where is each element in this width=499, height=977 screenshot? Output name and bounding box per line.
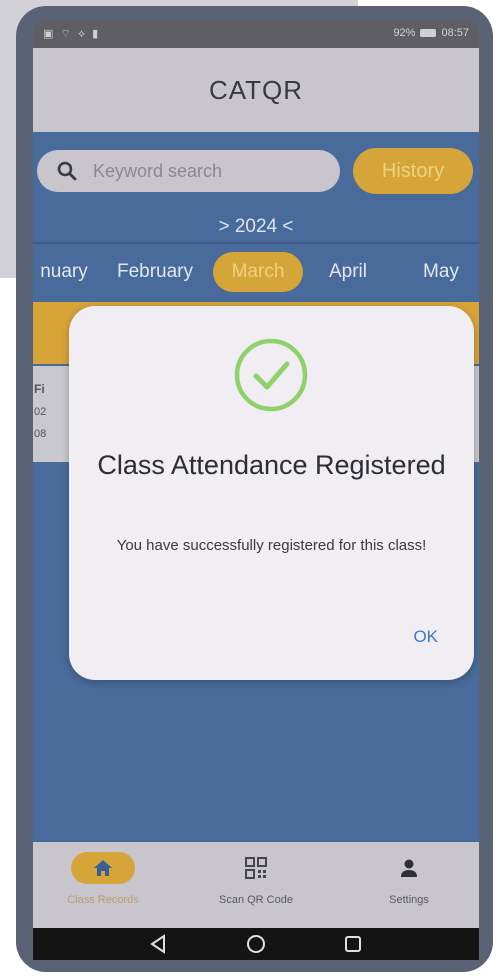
clock: 08:57 [441, 27, 469, 39]
nav-label: Settings [389, 894, 429, 906]
month-tabs: nuary February March April May [33, 246, 479, 296]
nav-settings[interactable]: Settings [339, 852, 479, 906]
tab-april[interactable]: April [315, 252, 381, 292]
tab-march[interactable]: March [213, 252, 303, 292]
check-circle-icon [234, 338, 308, 412]
home-icon [94, 860, 112, 876]
search-bar[interactable] [37, 150, 340, 192]
nav-class-records[interactable]: Class Records [33, 852, 173, 906]
list-item-title: Fi [34, 382, 45, 396]
person-icon [401, 859, 417, 877]
battery-percent: 92% [393, 27, 416, 39]
list-item-line: 02 [34, 406, 47, 418]
divider [33, 242, 479, 244]
status-bar: ▣ ⌔ ⟡ ▮ 92% 08:57 [33, 20, 479, 48]
nav-indicator [71, 852, 135, 884]
qr-code-icon [245, 857, 267, 879]
status-right: 92% 08:57 [393, 27, 469, 39]
tab-february[interactable]: February [105, 252, 205, 292]
search-row: History [33, 132, 479, 212]
battery-icon [420, 29, 437, 37]
phone-frame: ▣ ⌔ ⟡ ▮ 92% 08:57 CATQR History > 2024 < [16, 6, 493, 972]
status-icons: ▣ ⌔ ⟡ ▮ [43, 28, 101, 40]
ok-button[interactable]: OK [407, 626, 444, 648]
app-title: CATQR [208, 74, 304, 105]
tab-january[interactable]: nuary [33, 252, 99, 292]
dialog-message: You have successfully registered for thi… [116, 537, 427, 554]
bottom-nav: Class Records Scan QR Code Settings [33, 842, 479, 928]
nav-label: Scan QR Code [219, 894, 293, 906]
app-bar: CATQR [33, 48, 479, 132]
dialog-title: Class Attendance Registered [97, 450, 446, 480]
search-icon [57, 161, 77, 181]
nav-scan-qr[interactable]: Scan QR Code [186, 852, 326, 906]
app-screen: ▣ ⌔ ⟡ ▮ 92% 08:57 CATQR History > 2024 < [33, 20, 479, 960]
search-input[interactable] [91, 159, 315, 183]
list-item-line: 08 [34, 428, 47, 440]
nav-label: Class Records [67, 894, 139, 906]
success-dialog: Class Attendance Registered You have suc… [69, 306, 474, 680]
tab-may[interactable]: May [411, 252, 471, 292]
recents-icon[interactable] [341, 932, 365, 956]
history-button[interactable]: History [353, 148, 473, 194]
home-circle-icon[interactable] [244, 932, 268, 956]
back-icon[interactable] [147, 932, 171, 956]
system-nav-bar [33, 928, 479, 960]
nav-indicator [377, 852, 441, 884]
nav-indicator [224, 852, 288, 884]
year-selector[interactable]: > 2024 < [33, 212, 479, 242]
